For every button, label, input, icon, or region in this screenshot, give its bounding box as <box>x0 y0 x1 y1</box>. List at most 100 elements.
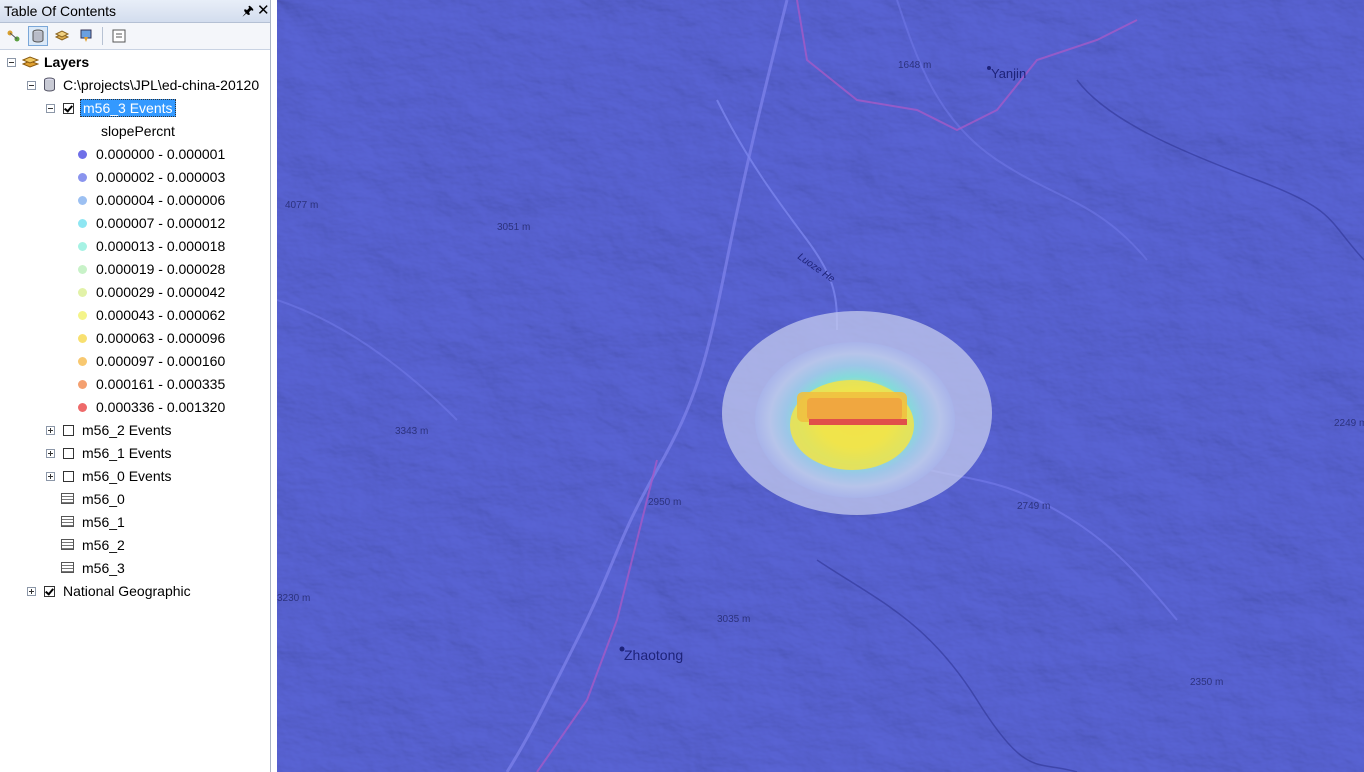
legend-class-item[interactable]: 0.000013 - 0.000018 <box>0 235 270 257</box>
table-item[interactable]: m56_2 <box>0 534 270 556</box>
table-item[interactable]: m56_1 <box>0 511 270 533</box>
map-view[interactable]: Yanjin Zhaotong Luoze He 1648 m 4077 m 3… <box>277 0 1364 772</box>
class-color-swatch-icon <box>78 334 87 343</box>
class-range-label: 0.000063 - 0.000096 <box>96 330 226 346</box>
layer-event-item[interactable]: m56_0 Events <box>0 465 270 487</box>
elevation-label: 4077 m <box>285 200 318 211</box>
class-range-label: 0.000043 - 0.000062 <box>96 307 226 323</box>
layer-m56-3-events[interactable]: m56_3 Events <box>0 97 270 119</box>
elevation-label: 2249 m <box>1334 418 1364 429</box>
class-color-swatch-icon <box>78 403 87 412</box>
legend-class-item[interactable]: 0.000002 - 0.000003 <box>0 166 270 188</box>
list-by-source-icon[interactable] <box>28 26 48 46</box>
layer-name: m56_1 Events <box>82 445 172 461</box>
legend-class-item[interactable]: 0.000097 - 0.000160 <box>0 350 270 372</box>
table-icon <box>61 539 74 550</box>
class-range-label: 0.000019 - 0.000028 <box>96 261 226 277</box>
layer-event-item[interactable]: m56_2 Events <box>0 419 270 441</box>
class-color-swatch-icon <box>78 173 87 182</box>
place-label-yanjin: Yanjin <box>991 66 1026 81</box>
layer-visibility-checkbox[interactable] <box>63 471 74 482</box>
elevation-label: 3343 m <box>395 426 428 437</box>
layer-national-geographic[interactable]: National Geographic <box>0 580 270 602</box>
layer-name: m56_0 Events <box>82 468 172 484</box>
table-of-contents-panel: Table Of Contents 🖈 ✕ Layers C:\projects… <box>0 0 271 772</box>
table-item[interactable]: m56_3 <box>0 557 270 579</box>
layer-name: m56_2 Events <box>82 422 172 438</box>
map-canvas[interactable]: Yanjin Zhaotong Luoze He 1648 m 4077 m 3… <box>277 0 1364 772</box>
legend-class-item[interactable]: 0.000043 - 0.000062 <box>0 304 270 326</box>
list-by-drawing-order-icon[interactable] <box>4 26 24 46</box>
elevation-label: 2749 m <box>1017 501 1050 512</box>
close-icon[interactable]: ✕ <box>257 1 270 19</box>
elevation-label: 3230 m <box>277 593 310 604</box>
class-color-swatch-icon <box>78 357 87 366</box>
legend-class-item[interactable]: 0.000063 - 0.000096 <box>0 327 270 349</box>
class-color-swatch-icon <box>78 311 87 320</box>
collapse-icon[interactable] <box>46 104 55 113</box>
class-range-label: 0.000029 - 0.000042 <box>96 284 226 300</box>
collapse-icon[interactable] <box>27 81 36 90</box>
elevation-label: 2350 m <box>1190 677 1223 688</box>
toc-title-bar: Table Of Contents 🖈 ✕ <box>0 0 270 23</box>
expand-icon[interactable] <box>46 472 55 481</box>
database-path: C:\projects\JPL\ed-china-20120 <box>63 77 260 93</box>
expand-icon[interactable] <box>46 426 55 435</box>
database-node[interactable]: C:\projects\JPL\ed-china-20120 <box>0 74 270 96</box>
expand-icon[interactable] <box>27 587 36 596</box>
slope-events-heatmap <box>722 311 992 515</box>
collapse-icon[interactable] <box>7 58 16 67</box>
toc-toolbar <box>0 23 270 50</box>
legend-class-item[interactable]: 0.000007 - 0.000012 <box>0 212 270 234</box>
table-item[interactable]: m56_0 <box>0 488 270 510</box>
class-color-swatch-icon <box>78 380 87 389</box>
expand-icon[interactable] <box>46 449 55 458</box>
elevation-label: 1648 m <box>898 60 931 71</box>
list-by-selection-icon[interactable] <box>76 26 96 46</box>
class-range-label: 0.000013 - 0.000018 <box>96 238 226 254</box>
legend-class-item[interactable]: 0.000004 - 0.000006 <box>0 189 270 211</box>
layer-visibility-checkbox[interactable] <box>63 103 74 114</box>
class-color-swatch-icon <box>78 150 87 159</box>
table-icon <box>61 493 74 504</box>
options-icon[interactable] <box>109 26 129 46</box>
layer-event-item[interactable]: m56_1 Events <box>0 442 270 464</box>
pin-icon[interactable]: 🖈 <box>242 2 254 24</box>
database-icon <box>43 77 56 95</box>
legend-class-item[interactable]: 0.000161 - 0.000335 <box>0 373 270 395</box>
layers-icon <box>21 54 40 72</box>
table-name: m56_1 <box>82 514 125 530</box>
toc-title: Table Of Contents <box>4 3 117 19</box>
table-name: m56_3 <box>82 560 125 576</box>
class-color-swatch-icon <box>78 196 87 205</box>
class-color-swatch-icon <box>78 242 87 251</box>
field-name: slopePercnt <box>101 123 175 139</box>
layer-name: National Geographic <box>63 583 191 599</box>
legend-class-item[interactable]: 0.000336 - 0.001320 <box>0 396 270 418</box>
class-range-label: 0.000007 - 0.000012 <box>96 215 226 231</box>
table-name: m56_0 <box>82 491 125 507</box>
class-range-label: 0.000161 - 0.000335 <box>96 376 226 392</box>
class-color-swatch-icon <box>78 288 87 297</box>
layer-visibility-checkbox[interactable] <box>44 586 55 597</box>
layers-label: Layers <box>44 54 90 70</box>
legend-class-item[interactable]: 0.000019 - 0.000028 <box>0 258 270 280</box>
elevation-label: 3035 m <box>717 614 750 625</box>
layers-node[interactable]: Layers <box>0 51 270 73</box>
toolbar-separator <box>102 27 103 45</box>
elevation-label: 2950 m <box>648 497 681 508</box>
class-range-label: 0.000000 - 0.000001 <box>96 146 226 162</box>
table-icon <box>61 562 74 573</box>
layer-visibility-checkbox[interactable] <box>63 448 74 459</box>
list-by-visibility-icon[interactable] <box>52 26 72 46</box>
layer-name[interactable]: m56_3 Events <box>80 99 176 117</box>
layer-visibility-checkbox[interactable] <box>63 425 74 436</box>
class-range-label: 0.000004 - 0.000006 <box>96 192 226 208</box>
class-range-label: 0.000097 - 0.000160 <box>96 353 226 369</box>
table-name: m56_2 <box>82 537 125 553</box>
elevation-label: 3051 m <box>497 222 530 233</box>
class-range-label: 0.000002 - 0.000003 <box>96 169 226 185</box>
class-color-swatch-icon <box>78 219 87 228</box>
legend-class-item[interactable]: 0.000029 - 0.000042 <box>0 281 270 303</box>
legend-class-item[interactable]: 0.000000 - 0.000001 <box>0 143 270 165</box>
